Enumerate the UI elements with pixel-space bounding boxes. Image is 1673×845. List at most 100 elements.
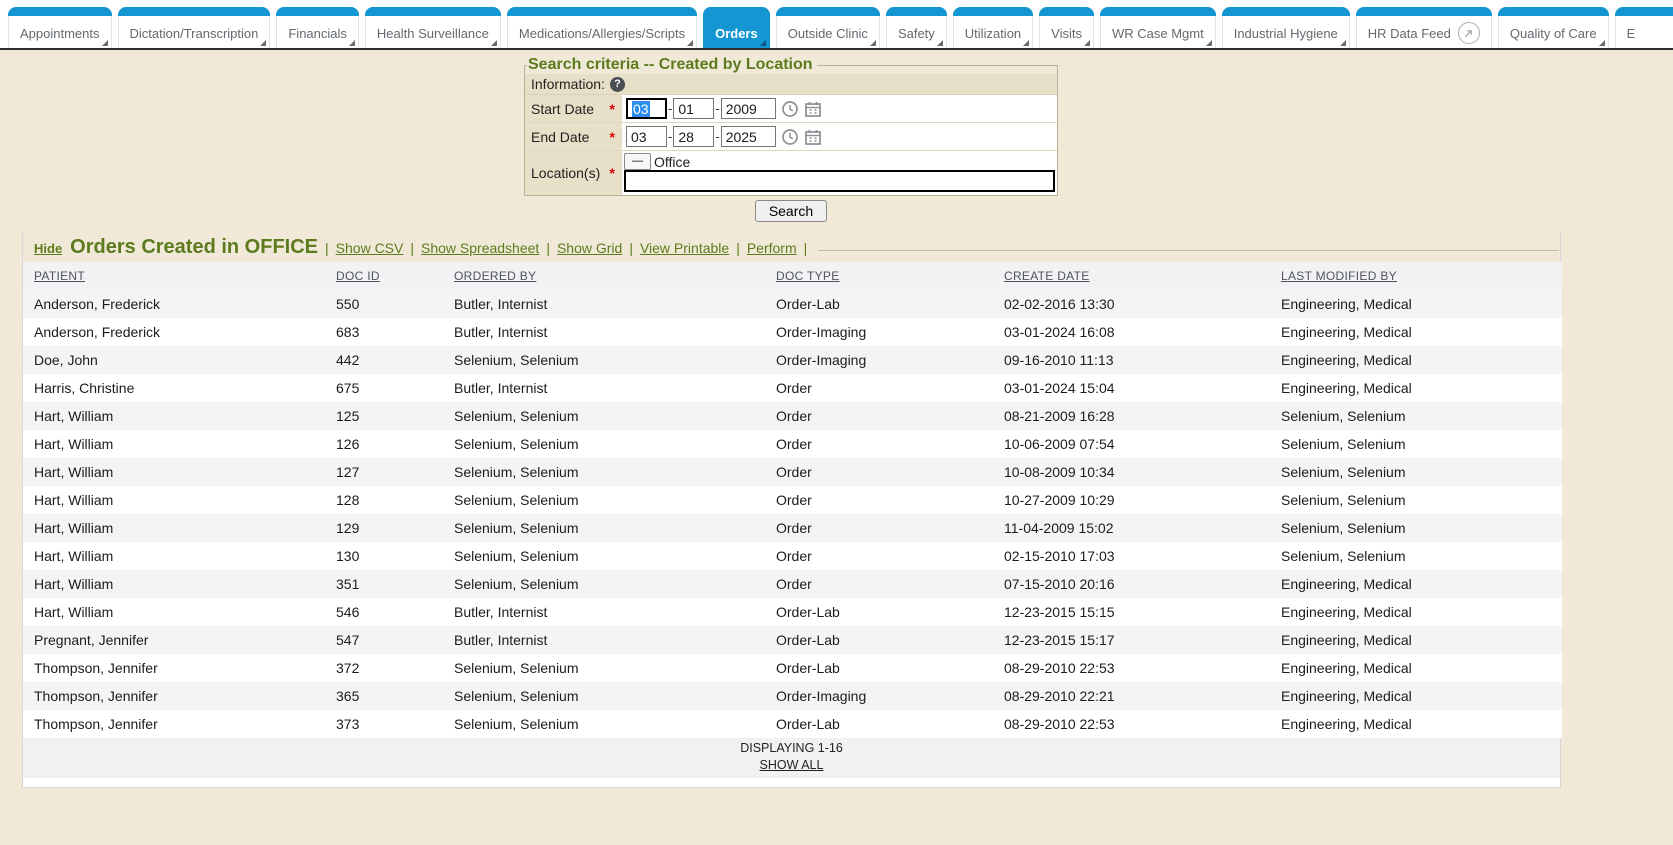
action-link[interactable]: Perform: [747, 240, 797, 256]
order-row[interactable]: Hart, William 125 Selenium, Selenium Ord…: [23, 402, 1562, 430]
order-row[interactable]: Hart, William 351 Selenium, Selenium Ord…: [23, 570, 1562, 598]
tab[interactable]: Utilization: [953, 7, 1033, 48]
required-asterisk: *: [610, 165, 615, 181]
hide-link[interactable]: Hide: [34, 241, 62, 256]
tab[interactable]: Appointments: [8, 7, 112, 48]
start-date-month-input[interactable]: 03: [626, 98, 667, 119]
order-row[interactable]: Doe, John 442 Selenium, Selenium Order-I…: [23, 346, 1562, 374]
order-row[interactable]: Pregnant, Jennifer 547 Butler, Internist…: [23, 626, 1562, 654]
tab-label: Outside Clinic: [788, 26, 868, 41]
ordered-by-cell: Butler, Internist: [454, 626, 776, 654]
create-date-cell: 02-02-2016 13:30: [1004, 290, 1281, 318]
search-button[interactable]: Search: [755, 200, 827, 222]
clock-icon[interactable]: [781, 100, 799, 118]
date-separator: [715, 129, 719, 144]
sort-doc-type-link[interactable]: DOC TYPE: [776, 269, 840, 283]
separator: [325, 240, 329, 256]
tab[interactable]: Safety: [886, 7, 947, 48]
order-row[interactable]: Anderson, Frederick 550 Butler, Internis…: [23, 290, 1562, 318]
tab[interactable]: Industrial Hygiene: [1222, 7, 1350, 48]
action-link[interactable]: View Printable: [640, 240, 729, 256]
ordered-by-cell: Selenium, Selenium: [454, 346, 776, 374]
tab[interactable]: Outside Clinic: [776, 7, 880, 48]
displaying-count: DISPLAYING 1-16: [23, 741, 1560, 755]
sort-last-modified-by-link[interactable]: LAST MODIFIED BY: [1281, 269, 1397, 283]
order-row[interactable]: Thompson, Jennifer 365 Selenium, Seleniu…: [23, 682, 1562, 710]
tab[interactable]: Health Surveillance: [365, 7, 501, 48]
column-header-ordered-by: ORDERED BY: [454, 262, 776, 290]
action-link[interactable]: Show Grid: [557, 240, 622, 256]
tab[interactable]: Quality of Care: [1498, 7, 1609, 48]
help-icon[interactable]: ?: [610, 77, 625, 92]
patient-cell: Hart, William: [23, 542, 336, 570]
tab-label: Quality of Care: [1510, 26, 1597, 41]
end-date-day-input[interactable]: 28: [673, 126, 714, 147]
end-date-year-input[interactable]: 2025: [721, 126, 776, 147]
last-modified-by-cell: Selenium, Selenium: [1281, 514, 1562, 542]
order-row[interactable]: Thompson, Jennifer 373 Selenium, Seleniu…: [23, 710, 1562, 738]
start-date-year-input[interactable]: 2009: [721, 98, 776, 119]
order-row[interactable]: Anderson, Frederick 683 Butler, Internis…: [23, 318, 1562, 346]
tab-label: E: [1627, 26, 1636, 41]
tab[interactable]: E: [1615, 7, 1673, 48]
tab-label: Dictation/Transcription: [130, 26, 259, 41]
action-link[interactable]: Show CSV: [336, 240, 404, 256]
tab[interactable]: HR Data Feed: [1356, 7, 1492, 48]
sort-doc-id-link[interactable]: DOC ID: [336, 269, 380, 283]
doc-type-cell: Order-Lab: [776, 598, 1004, 626]
date-separator: [668, 129, 672, 144]
tab-label: Industrial Hygiene: [1234, 26, 1338, 41]
doc-type-cell: Order: [776, 458, 1004, 486]
order-row[interactable]: Harris, Christine 675 Butler, Internist …: [23, 374, 1562, 402]
doc-id-cell: 125: [336, 402, 454, 430]
information-row: Information: ?: [525, 74, 1057, 95]
patient-cell: Anderson, Frederick: [23, 290, 336, 318]
doc-type-cell: Order-Imaging: [776, 346, 1004, 374]
order-row[interactable]: Hart, William 126 Selenium, Selenium Ord…: [23, 430, 1562, 458]
order-row[interactable]: Hart, William 127 Selenium, Selenium Ord…: [23, 458, 1562, 486]
results-actions: Show CSV Show Spreadsheet Show Grid View Pr…: [318, 240, 797, 258]
tab[interactable]: Medications/Allergies/Scripts: [507, 7, 697, 48]
doc-id-cell: 351: [336, 570, 454, 598]
patient-cell: Hart, William: [23, 402, 336, 430]
order-row[interactable]: Hart, William 546 Butler, Internist Orde…: [23, 598, 1562, 626]
remove-location-button[interactable]: —: [624, 153, 651, 170]
order-row[interactable]: Thompson, Jennifer 372 Selenium, Seleniu…: [23, 654, 1562, 682]
last-modified-by-cell: Engineering, Medical: [1281, 598, 1562, 626]
last-modified-by-cell: Engineering, Medical: [1281, 290, 1562, 318]
action-link[interactable]: Show Spreadsheet: [421, 240, 539, 256]
order-row[interactable]: Hart, William 129 Selenium, Selenium Ord…: [23, 514, 1562, 542]
patient-cell: Anderson, Frederick: [23, 318, 336, 346]
required-asterisk: *: [610, 101, 615, 117]
tab[interactable]: WR Case Mgmt: [1100, 7, 1216, 48]
create-date-cell: 09-16-2010 11:13: [1004, 346, 1281, 374]
patient-cell: Doe, John: [23, 346, 336, 374]
date-separator: [668, 101, 672, 116]
end-date-month-input[interactable]: 03: [626, 126, 667, 147]
selected-location-label: Office: [654, 154, 690, 170]
ordered-by-cell: Selenium, Selenium: [454, 402, 776, 430]
sort-patient-link[interactable]: PATIENT: [34, 269, 85, 283]
doc-id-cell: 365: [336, 682, 454, 710]
sort-create-date-link[interactable]: CREATE DATE: [1004, 269, 1090, 283]
last-modified-by-cell: Selenium, Selenium: [1281, 430, 1562, 458]
tab[interactable]: Visits: [1039, 7, 1094, 48]
start-date-day-input[interactable]: 01: [673, 98, 714, 119]
column-header-last-modified-by: LAST MODIFIED BY: [1281, 262, 1562, 290]
clock-icon[interactable]: [781, 128, 799, 146]
separator: [546, 240, 550, 256]
tab[interactable]: Orders: [703, 7, 770, 48]
ordered-by-cell: Selenium, Selenium: [454, 486, 776, 514]
tab[interactable]: Dictation/Transcription: [118, 7, 271, 48]
calendar-icon[interactable]: [804, 100, 822, 118]
sort-ordered-by-link[interactable]: ORDERED BY: [454, 269, 536, 283]
location-search-input[interactable]: [624, 170, 1055, 192]
show-all-link[interactable]: SHOW ALL: [760, 758, 824, 772]
last-modified-by-cell: Engineering, Medical: [1281, 374, 1562, 402]
tab-bar: Appointments Dictation/Transcription Fin…: [0, 0, 1673, 50]
order-row[interactable]: Hart, William 128 Selenium, Selenium Ord…: [23, 486, 1562, 514]
patient-cell: Hart, William: [23, 598, 336, 626]
calendar-icon[interactable]: [804, 128, 822, 146]
order-row[interactable]: Hart, William 130 Selenium, Selenium Ord…: [23, 542, 1562, 570]
tab[interactable]: Financials: [276, 7, 359, 48]
